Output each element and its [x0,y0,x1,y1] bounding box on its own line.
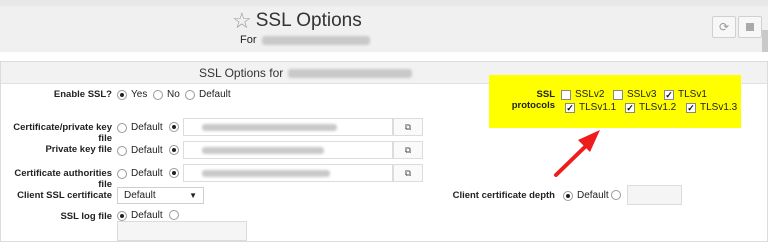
enable-ssl-no[interactable]: No [153,89,180,100]
ca-file-custom[interactable] [169,168,183,178]
radio-icon [117,145,127,156]
client-cert-label: Client SSL certificate [17,190,112,201]
cert-file-input[interactable] [183,118,393,136]
enable-ssl-yes[interactable]: Yes [117,89,147,100]
page-title: SSL Options [255,10,362,31]
protocol-tlsv1-1[interactable]: ✓ TLSv1.1 [565,102,616,113]
checkmark-icon: ✓ [686,102,696,113]
cert-file-picker-button[interactable]: ⧉ [393,118,423,136]
refresh-icon: ⟳ [718,20,730,34]
protocol-label: SSLv2 [575,89,605,100]
checkmark-icon: ✓ [565,102,575,113]
protocol-sslv2[interactable]: SSLv2 [561,89,604,100]
redacted-path [202,169,330,177]
panel-title-text: SSL Options for [199,66,284,80]
chevron-down-icon: ▼ [189,191,197,200]
file-picker-icon: ⧉ [404,144,412,155]
select-value: Default [124,190,156,201]
redacted-domain [288,68,413,78]
protocol-label: TLSv1.2 [639,102,677,113]
ssl-log-default[interactable]: Default [117,210,163,221]
protocol-label: SSLv3 [627,89,657,100]
private-key-default[interactable]: Default [117,145,163,156]
option-label: Default [131,168,163,179]
radio-icon [563,190,573,201]
radio-icon [117,210,127,221]
ssl-log-input[interactable] [117,221,247,241]
option-label: Default [131,122,163,133]
protocol-label: TLSv1.3 [700,102,738,113]
cert-file-label: Certificate/private key file [13,122,112,144]
protocol-label: TLSv1.1 [579,102,617,113]
option-label: Default [131,210,163,221]
option-label: Default [131,145,163,156]
cert-file-default[interactable]: Default [117,122,163,133]
radio-icon [169,122,179,132]
private-key-custom[interactable] [169,145,183,155]
private-key-label: Private key file [45,144,112,155]
scroll-handle[interactable] [762,30,768,52]
radio-icon [169,145,179,155]
protocol-sslv3[interactable]: SSLv3 [613,89,656,100]
option-label: Yes [131,89,148,100]
radio-icon [611,190,621,200]
private-key-input[interactable] [183,141,393,159]
radio-icon [117,89,127,100]
checkbox-icon [613,89,623,100]
radio-icon [117,122,127,133]
option-label: No [167,89,180,100]
cert-file-custom[interactable] [169,122,183,132]
radio-icon [169,210,179,220]
redacted-path [202,123,337,131]
client-depth-default[interactable]: Default [563,190,609,201]
page-header: ☆ SSL Options For ⟳ [0,6,768,52]
client-depth-label: Client certificate depth [452,190,555,201]
star-outline-icon[interactable]: ☆ [232,10,252,32]
radio-icon [153,89,163,100]
checkmark-icon: ✓ [664,89,674,100]
client-depth-input[interactable] [627,185,682,205]
arrow-shaft [554,140,592,177]
panel-title: SSL Options for [199,66,413,80]
ca-file-label: Certificate authorities file [14,168,112,190]
stop-button[interactable] [738,16,762,38]
page-subtitle: For [240,34,370,46]
client-depth-custom[interactable] [611,190,625,200]
checkmark-icon: ✓ [625,102,635,113]
protocol-tlsv1-2[interactable]: ✓ TLSv1.2 [625,102,676,113]
ssl-protocols-label: SSL protocols [511,89,555,111]
file-picker-icon: ⧉ [404,167,412,178]
radio-icon [185,89,195,100]
client-cert-select[interactable]: Default ▼ [117,187,204,204]
stop-icon [746,23,754,31]
title-wrap: ☆ SSL Options [232,10,362,32]
ssl-log-label: SSL log file [60,211,112,222]
protocol-label: TLSv1 [678,89,707,100]
enable-ssl-label: Enable SSL? [53,89,112,100]
redacted-domain [261,35,370,45]
ca-file-input[interactable] [183,164,393,182]
for-label: For [240,34,257,46]
protocol-tlsv1-3[interactable]: ✓ TLSv1.3 [686,102,737,113]
red-arrow-annotation [554,130,600,177]
protocol-tlsv1[interactable]: ✓ TLSv1 [664,89,707,100]
radio-icon [169,168,179,178]
private-key-picker-button[interactable]: ⧉ [393,141,423,159]
ca-file-picker-button[interactable]: ⧉ [393,164,423,182]
checkbox-icon [561,89,571,100]
file-picker-icon: ⧉ [404,121,412,132]
option-label: Default [199,89,231,100]
redacted-path [202,146,324,154]
option-label: Default [577,190,609,201]
enable-ssl-default[interactable]: Default [185,89,231,100]
ssl-log-custom[interactable] [169,210,183,220]
radio-icon [117,168,127,179]
refresh-button[interactable]: ⟳ [712,16,736,38]
ca-file-default[interactable]: Default [117,168,163,179]
